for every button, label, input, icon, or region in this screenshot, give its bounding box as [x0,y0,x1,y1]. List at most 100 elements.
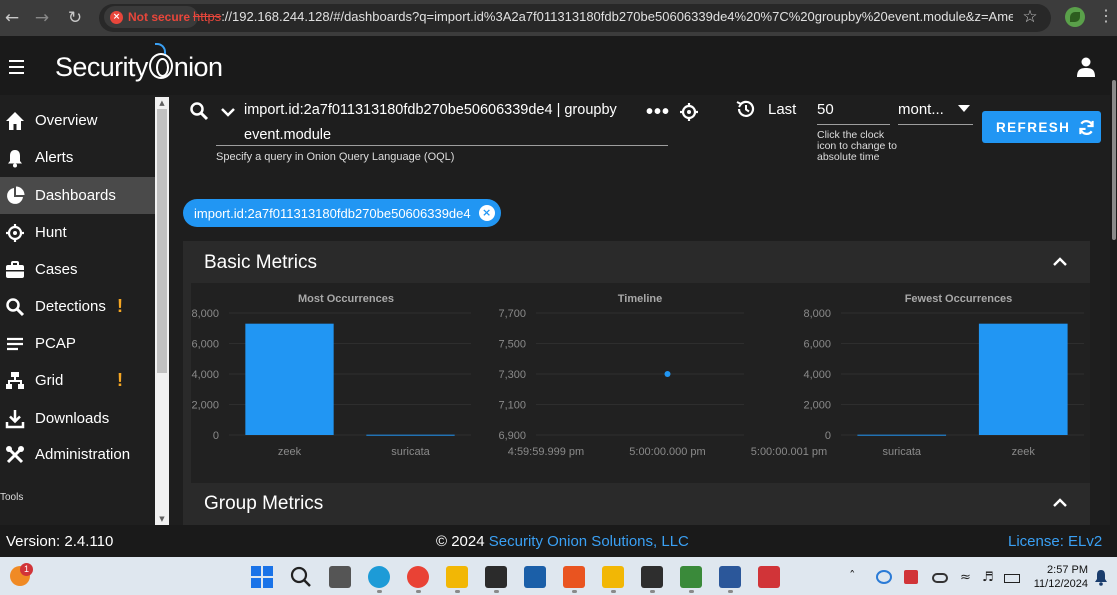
x-tick-label: suricata [391,446,430,458]
taskbar-virtualbox-icon[interactable] [524,566,546,588]
browser-menu-icon[interactable]: ⋮ [1098,6,1114,28]
version-text: Version: 2.4.110 [6,533,114,550]
sidebar-item-label: Overview [35,112,98,129]
sidebar-scroll-thumb[interactable] [157,109,167,373]
refresh-button[interactable]: REFRESH [982,111,1101,143]
scroll-up-arrow-icon[interactable]: ▲ [155,97,169,109]
taskbar-task-view-icon[interactable] [329,566,351,588]
battery-icon[interactable] [1004,574,1020,583]
close-icon[interactable]: × [478,205,495,221]
volume-icon[interactable]: ♬ [982,570,994,585]
time-unit-select[interactable]: mont... [898,101,944,118]
notification-bell-icon[interactable] [1094,569,1108,586]
tray-chevron-up-icon[interactable]: ˆ [849,570,856,585]
time-range-input[interactable]: 50 [817,101,834,118]
more-options-icon[interactable]: ••• [646,101,670,124]
bar [857,434,947,436]
taskbar-snipping-icon[interactable] [758,566,780,588]
chevron-up-icon[interactable] [1052,498,1068,508]
pie-chart-icon [7,186,25,204]
sidebar-item-alerts[interactable]: Alerts [0,139,155,176]
taskbar-folder-tool-icon[interactable] [602,566,624,588]
clock-history-icon[interactable] [735,99,755,119]
taskbar-network-tool-icon[interactable] [680,566,702,588]
sync-icon[interactable] [876,570,892,584]
sidebar-item-administration[interactable]: Administration [0,436,155,473]
chart-title: Timeline [618,293,662,305]
clock-time: 2:57 PM [1047,564,1088,576]
metrics-charts: Most Occurrences 8,000 6,000 4,000 2,000 0 zee… [191,293,1084,458]
scroll-down-arrow-icon[interactable]: ▼ [155,513,169,525]
bar [978,323,1068,435]
sidebar-item-cases[interactable]: Cases [0,251,155,288]
user-account-icon[interactable] [1077,57,1095,77]
chart-title: Most Occurrences [298,293,394,305]
y-tick-label: 7,300 [498,369,526,381]
filter-chip-label: import.id:2a7f011313180fdb270be50606339d… [194,205,471,221]
running-indicator [689,590,694,593]
onion-logo-icon [148,43,173,79]
query-search-icon[interactable] [189,101,209,121]
hamburger-menu-icon[interactable] [9,60,24,74]
sidebar-item-overview[interactable]: Overview [0,102,155,139]
sidebar-item-label: Detections [35,298,106,315]
url-text[interactable]: https://192.168.244.128/#/dashboards?q=i… [193,9,1013,24]
taskbar-ubuntu-icon[interactable] [563,566,585,588]
tray-app-icon[interactable] [904,570,918,584]
y-tick-label: 4,000 [191,369,219,381]
time-range-underline [817,124,890,125]
running-indicator [572,590,577,593]
dropdown-caret-icon[interactable] [958,105,970,112]
taskbar-chrome-icon[interactable] [407,566,429,588]
y-tick-label: 7,700 [498,308,526,320]
home-icon [6,111,24,130]
sidebar-item-grid[interactable]: Grid ! [0,362,155,399]
download-icon [5,409,25,428]
lines-icon [7,337,23,350]
taskbar-sticky-notes-icon[interactable] [485,566,507,588]
security-label: Not secure [128,10,191,24]
taskbar-file-explorer-icon[interactable] [446,566,468,588]
filter-chip[interactable]: import.id:2a7f011313180fdb270be50606339d… [183,199,501,227]
brand-text-security: Security [55,52,148,82]
taskbar-search-icon[interactable] [290,566,312,588]
security-chip[interactable]: × Not secure [104,6,199,28]
taskbar-start-icon[interactable] [251,566,273,588]
chart-title: Fewest Occurrences [905,293,1013,305]
forward-icon[interactable]: → [30,6,54,30]
copyright-text: © 2024 Security Onion Solutions, LLC [436,533,689,550]
wifi-icon[interactable]: ≈ [960,570,971,585]
chevron-up-icon[interactable] [1052,257,1068,267]
company-link[interactable]: Security Onion Solutions, LLC [489,533,689,550]
license-link[interactable]: License: ELv2 [1008,533,1102,550]
back-icon[interactable]: ← [0,6,24,30]
taskbar-terminal-icon[interactable] [641,566,663,588]
cloud-icon[interactable] [932,573,948,583]
running-indicator [494,590,499,593]
x-tick-label: 5:00:00.000 pm [629,446,705,458]
query-input[interactable]: import.id:2a7f011313180fdb270be50606339d… [244,98,634,148]
reload-icon[interactable]: ↻ [63,6,87,30]
chevron-down-icon[interactable] [219,103,237,121]
sidebar-item-detections[interactable]: Detections ! [0,288,155,325]
url-rest: ://192.168.244.128/#/dashboards?q=import… [221,9,1013,24]
page-scroll-thumb[interactable] [1112,80,1116,240]
running-indicator [416,590,421,593]
sidebar-item-hunt[interactable]: Hunt [0,214,155,251]
profile-avatar-icon[interactable] [1065,7,1085,27]
sidebar-item-label: Alerts [35,149,74,166]
y-tick-label: 8,000 [191,308,219,320]
sidebar-item-dashboards[interactable]: Dashboards [0,177,155,214]
taskbar-clock[interactable]: 2:57 PM 11/12/2024 [1022,563,1088,591]
y-tick-label: 6,000 [803,339,831,351]
sidebar-item-pcap[interactable]: PCAP [0,325,155,362]
not-secure-icon: × [110,10,123,24]
y-tick-label: 4,000 [803,369,831,381]
y-tick-label: 6,000 [191,339,219,351]
warning-indicator: ! [117,296,123,316]
target-icon[interactable] [679,102,699,122]
bookmark-star-icon[interactable]: ☆ [1020,6,1040,28]
taskbar-edge-icon[interactable] [368,566,390,588]
sidebar-item-downloads[interactable]: Downloads [0,400,155,437]
taskbar-word-icon[interactable] [719,566,741,588]
